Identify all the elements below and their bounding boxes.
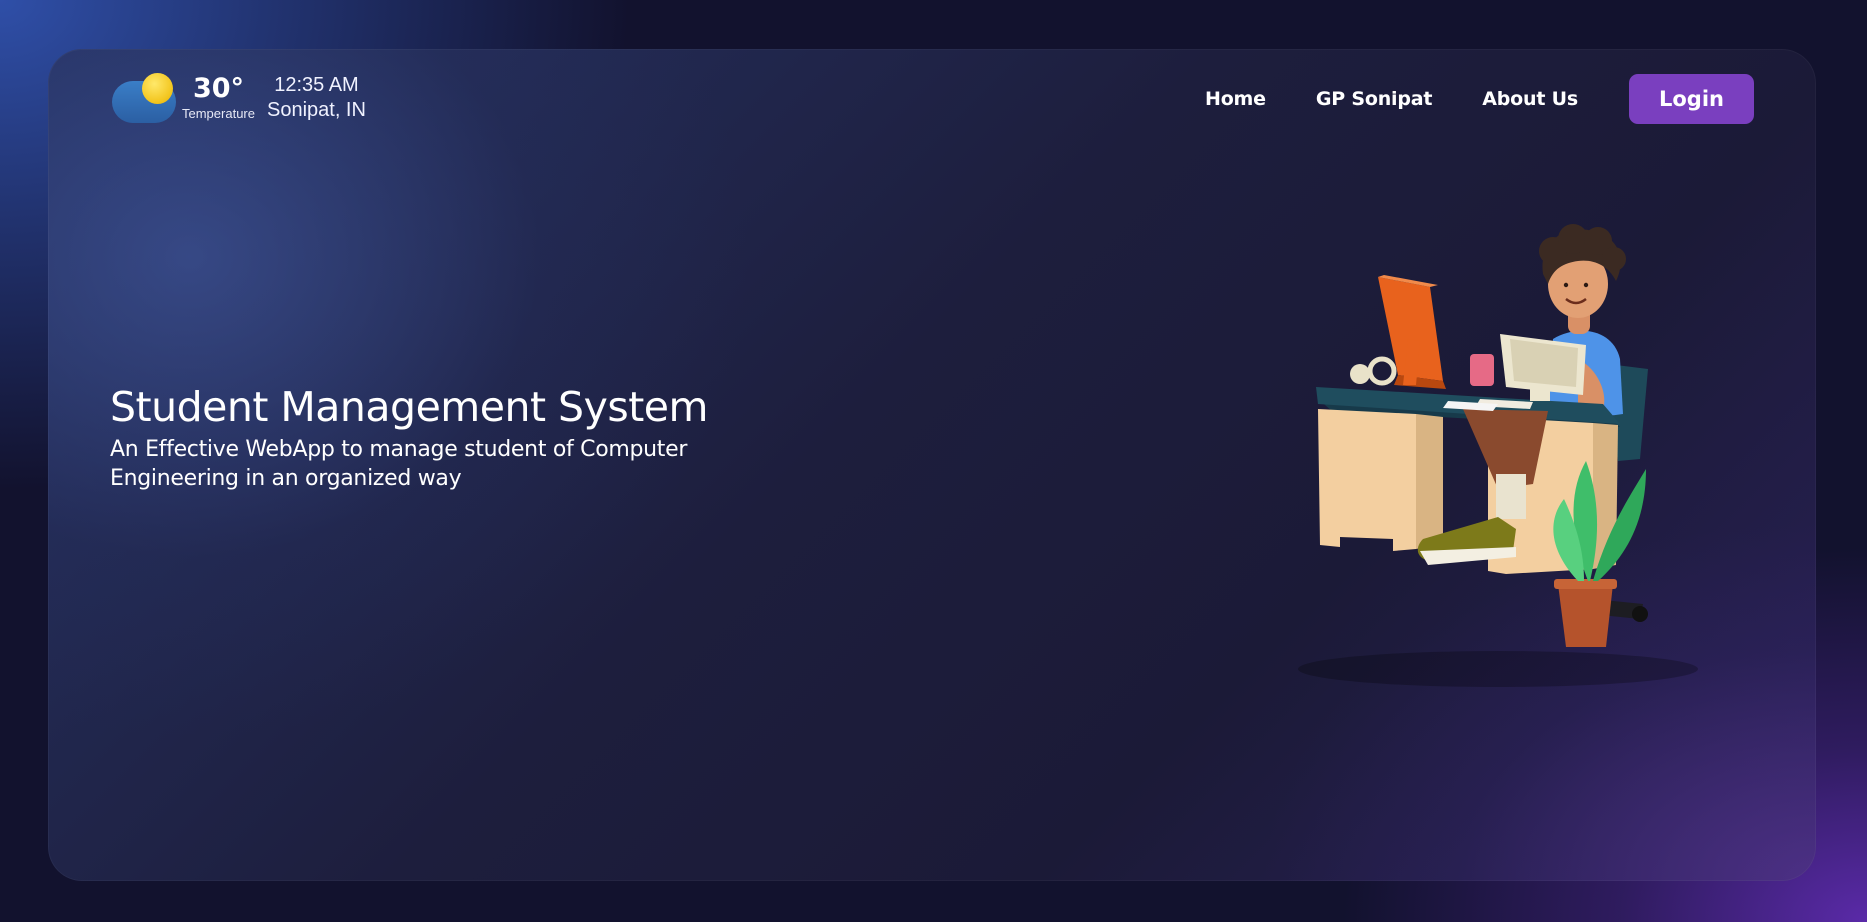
temperature-block: 30° Temperature (182, 74, 255, 122)
time-location-block: 12:35 AM Sonipat, IN (267, 73, 366, 123)
hero-card: 30° Temperature 12:35 AM Sonipat, IN Hom… (48, 49, 1816, 881)
login-button[interactable]: Login (1629, 74, 1754, 124)
current-time: 12:35 AM (274, 74, 359, 96)
temperature-label: Temperature (182, 106, 255, 121)
page-title: Student Management System (110, 383, 708, 431)
nav-home-link[interactable]: Home (1205, 88, 1266, 110)
student-at-desk-illustration (1298, 224, 1698, 687)
temperature-value: 30° (192, 73, 245, 104)
nav-about-us-link[interactable]: About Us (1482, 88, 1578, 110)
page-subtitle: An Effective WebApp to manage student of… (110, 437, 688, 491)
partly-cloudy-icon (112, 73, 178, 123)
nav-gp-sonipat-link[interactable]: GP Sonipat (1316, 88, 1433, 110)
top-nav: Home GP Sonipat About Us Login (1205, 74, 1754, 124)
weather-widget: 30° Temperature 12:35 AM Sonipat, IN (112, 73, 366, 123)
hero-text: Student Management System An Effective W… (110, 383, 790, 493)
current-location: Sonipat, IN (266, 99, 366, 121)
